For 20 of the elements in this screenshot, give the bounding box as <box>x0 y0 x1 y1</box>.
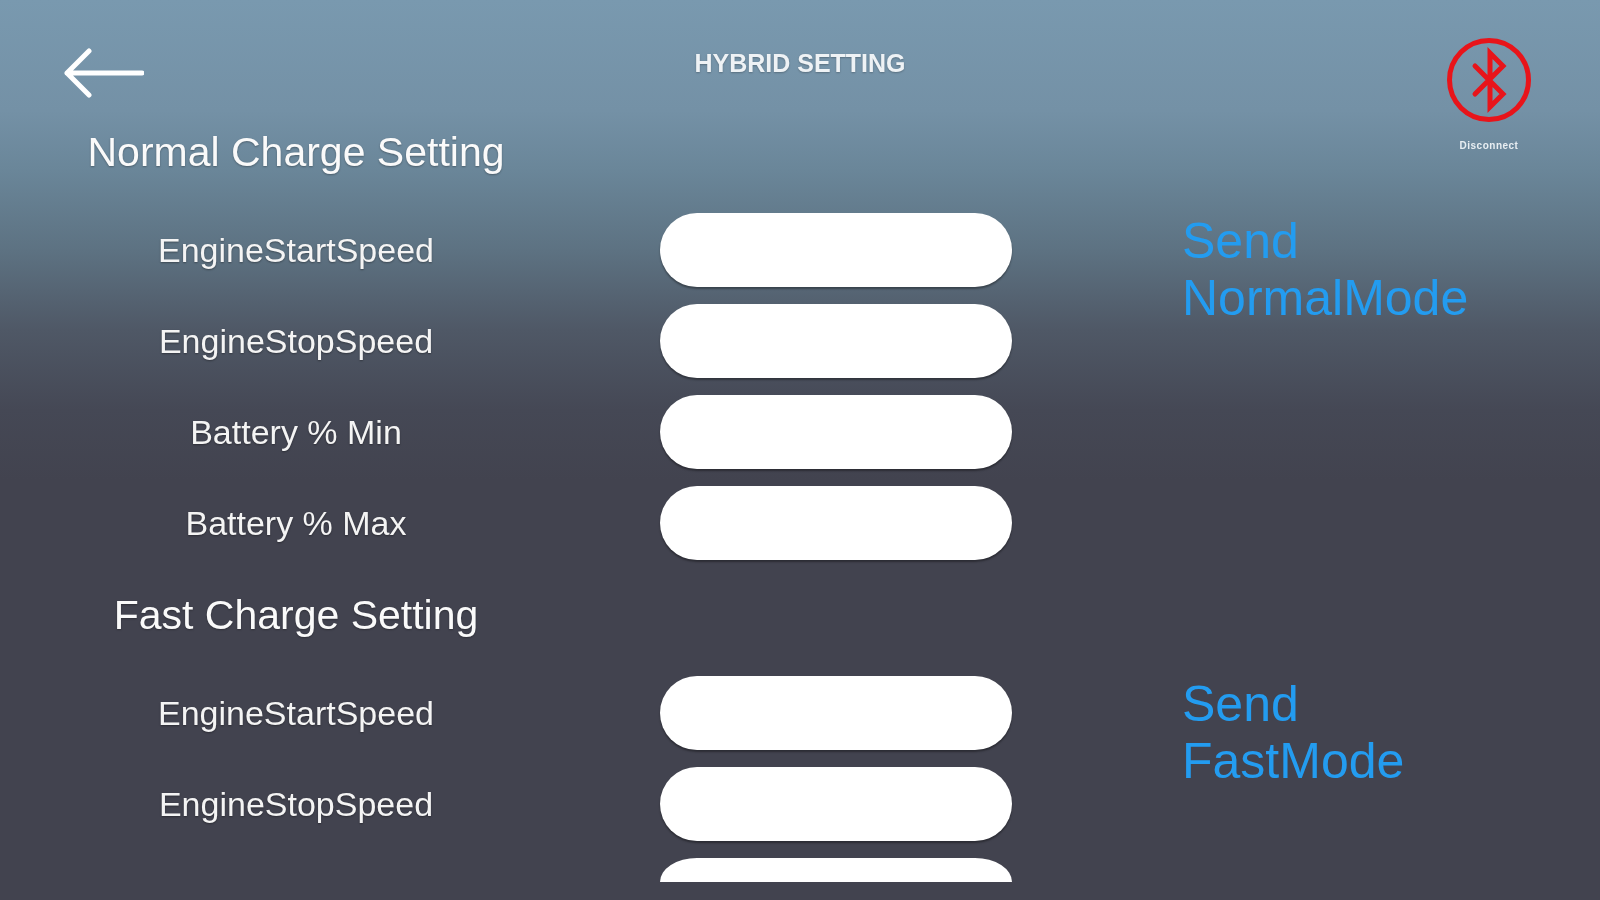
input-field[interactable] <box>660 767 1012 841</box>
back-button[interactable] <box>64 48 144 98</box>
input-field[interactable] <box>660 213 1012 287</box>
field-label: EngineStartSpeed <box>158 693 434 733</box>
section-heading: Normal Charge Setting <box>87 128 505 176</box>
field-label: EngineStopSpeed <box>158 784 434 824</box>
send-button[interactable]: Send FastMode <box>1182 676 1492 790</box>
bluetooth-status: Disconnect <box>1459 140 1519 152</box>
input-field[interactable] <box>660 486 1012 560</box>
input-field[interactable] <box>660 304 1012 378</box>
input-field[interactable] <box>660 676 1012 750</box>
field-label: EngineStopSpeed <box>158 321 434 361</box>
screen-title: HYBRID SETTING <box>694 48 906 78</box>
arrow-left-icon <box>64 48 144 98</box>
field-label: Battery % Min <box>190 412 402 452</box>
send-button[interactable]: Send NormalMode <box>1182 213 1492 327</box>
field-label: EngineStartSpeed <box>158 230 434 270</box>
input-field[interactable] <box>660 395 1012 469</box>
section-heading: Fast Charge Setting <box>113 591 479 639</box>
field-label: Battery % Max <box>185 503 407 543</box>
